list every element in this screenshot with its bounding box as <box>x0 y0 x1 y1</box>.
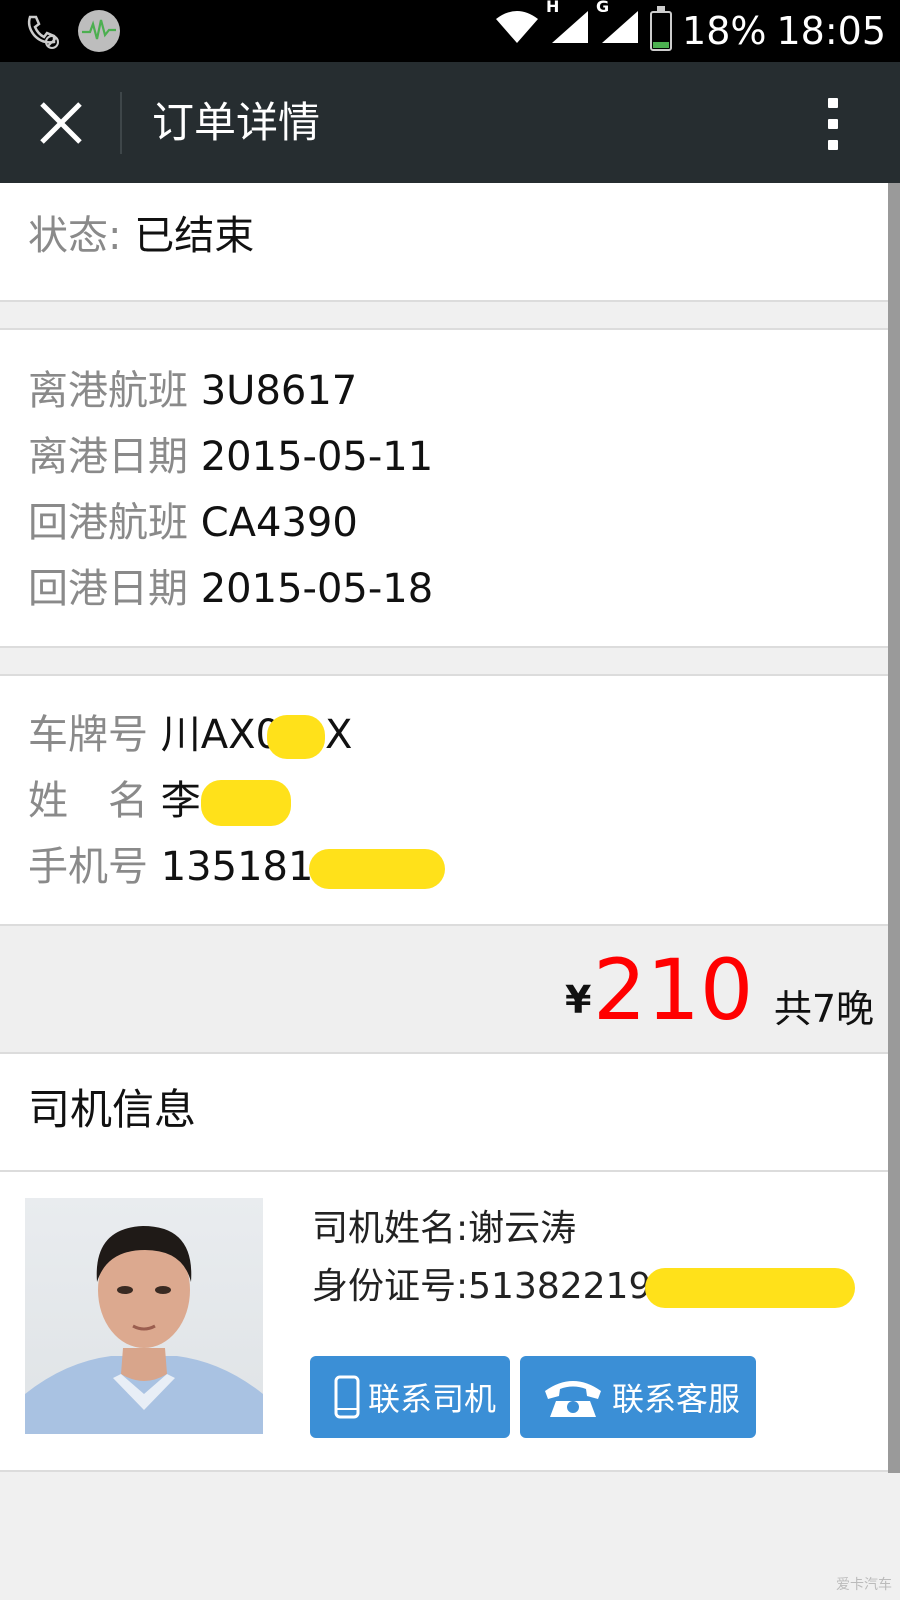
app-notification-icon <box>76 8 122 58</box>
call-blocked-icon <box>22 11 62 55</box>
return-flight-row: 回港航班 CA4390 <box>0 490 888 556</box>
redaction-mark <box>266 715 325 759</box>
order-detail-content: 状态: 已结束 离港航班 3U8617 离港日期 2015-05-11 回港航班… <box>0 183 888 1472</box>
driver-card: 司机姓名:谢云涛 身份证号:51382219 联系司机 联系客服 <box>0 1172 888 1472</box>
mobile-phone-icon <box>334 1375 360 1419</box>
driver-photo <box>25 1198 263 1434</box>
phone-label: 手机号 <box>28 844 148 890</box>
plate-label: 车牌号 <box>28 712 148 758</box>
redaction-mark <box>309 849 446 889</box>
plate-value-start: 川AX0 <box>160 712 281 758</box>
return-flight-label: 回港航班 <box>28 500 188 546</box>
customer-section: 车牌号 川AX0 X 姓 名 李 手机号 135181 <box>0 676 888 926</box>
driver-name: 司机姓名:谢云涛 <box>312 1208 577 1249</box>
currency-symbol: ¥ <box>565 978 592 1022</box>
departure-flight-value: 3U8617 <box>200 368 358 414</box>
telephone-icon <box>542 1375 604 1419</box>
plate-value-end: X <box>324 712 353 758</box>
redaction-mark <box>200 780 291 826</box>
return-flight-value: CA4390 <box>200 500 358 546</box>
contact-driver-label: 联系司机 <box>368 1380 497 1418</box>
more-vertical-icon[interactable] <box>826 98 840 150</box>
name-label: 姓 名 <box>28 778 148 824</box>
close-icon[interactable] <box>30 92 92 154</box>
signal-g-icon: G <box>596 0 640 54</box>
network-type-label-h: H <box>546 0 560 16</box>
departure-flight-row: 离港航班 3U8617 <box>0 358 888 424</box>
name-value: 李 <box>160 778 201 824</box>
signal-h-icon: H <box>546 0 590 54</box>
network-type-label-g: G <box>596 0 610 16</box>
contact-driver-button[interactable]: 联系司机 <box>310 1356 510 1438</box>
status-bar: H G 18% 18:05 <box>0 0 900 62</box>
scrollbar[interactable] <box>888 183 900 1473</box>
flight-section: 离港航班 3U8617 离港日期 2015-05-11 回港航班 CA4390 … <box>0 330 888 648</box>
return-date-value: 2015-05-18 <box>200 566 434 612</box>
departure-flight-label: 离港航班 <box>28 368 188 414</box>
status-row: 状态: 已结束 <box>0 203 888 269</box>
nights-count: 共7晚 <box>773 987 874 1031</box>
app-header: 订单详情 <box>0 62 900 183</box>
section-gap <box>0 302 888 330</box>
price-amount: 210 <box>593 941 754 1039</box>
redaction-mark <box>645 1268 856 1308</box>
plate-row: 车牌号 川AX0 X <box>0 702 888 768</box>
status-section: 状态: 已结束 <box>0 183 888 302</box>
departure-date-value: 2015-05-11 <box>200 434 434 480</box>
battery-percent: 18% <box>682 9 767 53</box>
phone-row: 手机号 135181 <box>0 834 888 900</box>
page-title: 订单详情 <box>152 98 321 147</box>
driver-id-row: 身份证号:51382219 <box>312 1258 856 1316</box>
status-value: 已结束 <box>134 213 255 259</box>
name-row: 姓 名 李 <box>0 768 888 834</box>
header-divider <box>120 92 122 154</box>
contact-service-label: 联系客服 <box>612 1380 741 1418</box>
return-date-row: 回港日期 2015-05-18 <box>0 556 888 622</box>
clock: 18:05 <box>776 9 886 53</box>
wifi-icon <box>494 9 540 54</box>
phone-value: 135181 <box>160 844 314 890</box>
driver-id-number: 身份证号:51382219 <box>312 1266 652 1307</box>
driver-info: 司机姓名:谢云涛 身份证号:51382219 <box>312 1200 856 1316</box>
section-gap <box>0 648 888 676</box>
driver-section-title: 司机信息 <box>0 1054 888 1172</box>
price-bar: ¥ 210 共7晚 <box>0 926 888 1054</box>
status-label: 状态: <box>28 213 122 259</box>
departure-date-label: 离港日期 <box>28 434 188 480</box>
contact-service-button[interactable]: 联系客服 <box>520 1356 756 1438</box>
battery-icon <box>650 6 673 51</box>
departure-date-row: 离港日期 2015-05-11 <box>0 424 888 490</box>
return-date-label: 回港日期 <box>28 566 188 612</box>
watermark: 爱卡汽车 <box>836 1577 892 1593</box>
